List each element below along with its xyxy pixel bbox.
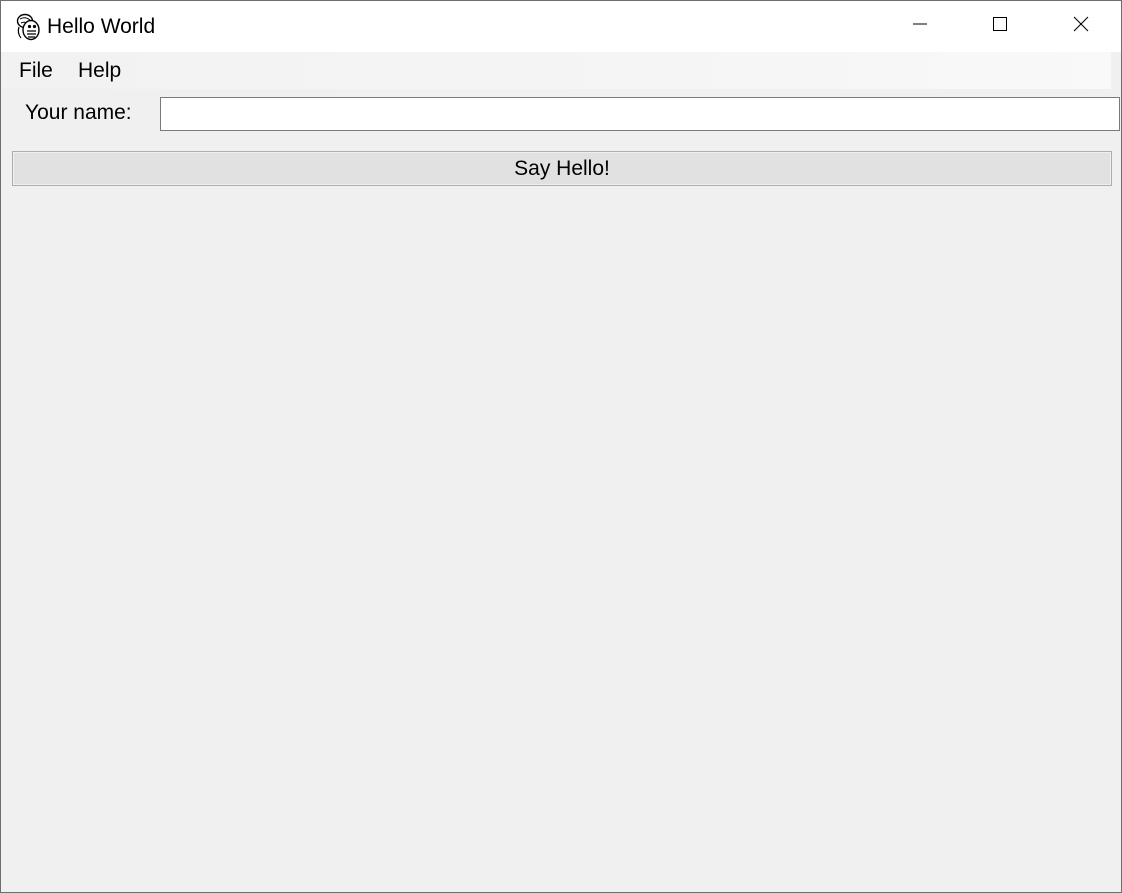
menu-file[interactable]: File xyxy=(19,58,53,84)
say-hello-button[interactable]: Say Hello! xyxy=(12,151,1112,186)
minimize-icon xyxy=(912,16,928,37)
maximize-icon xyxy=(992,16,1008,37)
minimize-button[interactable] xyxy=(880,1,960,52)
menu-bar: File Help xyxy=(1,52,1111,89)
close-button[interactable] xyxy=(1041,1,1121,52)
app-window: Hello World File Help Your name: Say Hel… xyxy=(0,0,1122,893)
window-title: Hello World xyxy=(47,15,156,38)
python-feather-icon xyxy=(15,13,41,41)
name-label: Your name: xyxy=(25,101,132,124)
content-area xyxy=(1,187,1121,892)
name-input[interactable] xyxy=(160,97,1120,131)
maximize-button[interactable] xyxy=(960,1,1040,52)
close-icon xyxy=(1073,16,1089,37)
title-bar[interactable]: Hello World xyxy=(1,1,1121,52)
menu-help[interactable]: Help xyxy=(78,58,121,84)
